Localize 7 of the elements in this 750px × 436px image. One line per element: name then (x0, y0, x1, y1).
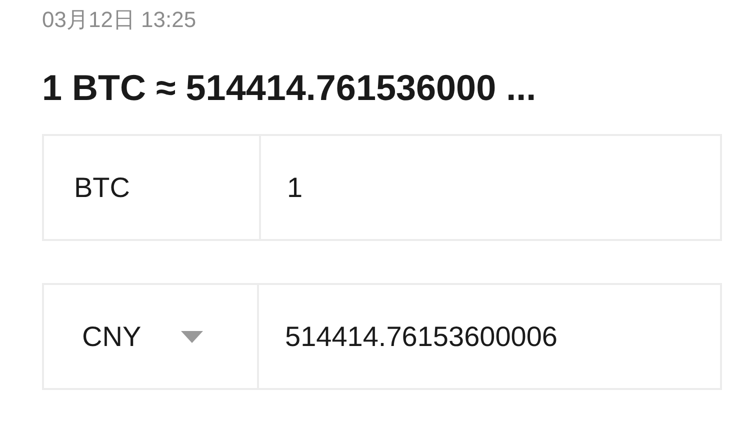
currency-dropdown[interactable]: CNY (42, 283, 259, 390)
caret-icon (181, 330, 204, 342)
currency-label: BTC (42, 134, 261, 241)
exchange-rate-headline: 1 BTC ≈ 514414.761536000 ... (42, 66, 538, 110)
amount-field[interactable]: 514414.76153600006 (259, 283, 722, 390)
timestamp-text: 03月12日 13:25 (42, 6, 198, 34)
amount-field[interactable]: 1 (261, 134, 722, 241)
